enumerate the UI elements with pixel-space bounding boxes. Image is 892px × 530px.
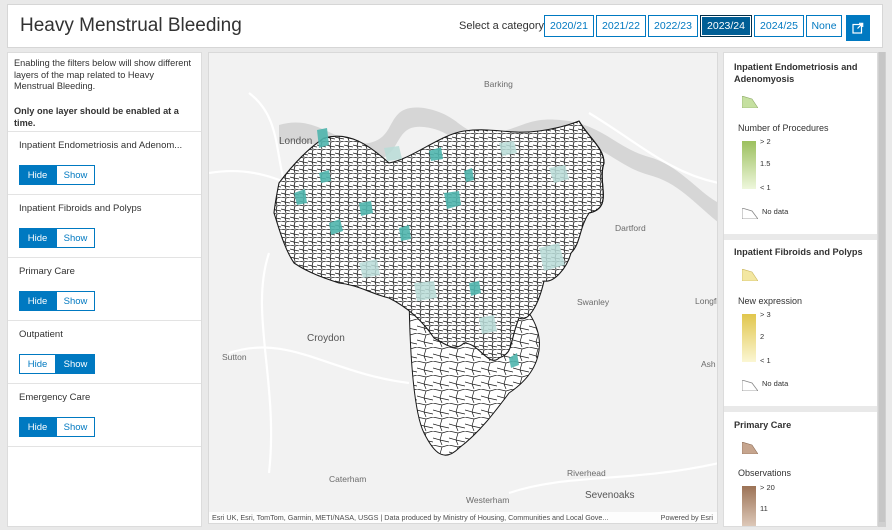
attribution-text[interactable]: Esri UK, Esri, TomTom, Garmin, METI/NASA… — [212, 512, 608, 523]
map-label-caterham: Caterham — [329, 474, 367, 484]
map-label-swanley: Swanley — [577, 297, 610, 307]
legend-gradient-endometriosis — [742, 141, 756, 189]
show-button[interactable]: Show — [56, 354, 95, 374]
legend-title-primary-care: Primary Care — [734, 420, 792, 430]
legend-subtitle-procedures: Number of Procedures — [738, 123, 829, 133]
show-button[interactable]: Show — [56, 291, 95, 311]
legend-tick: > 2 — [760, 137, 771, 146]
filter-title: Emergency Care — [19, 392, 91, 403]
app-header: Heavy Menstrual Bleeding Select a catego… — [7, 4, 883, 48]
map-label-sevenoaks: Sevenoaks — [585, 490, 635, 501]
show-button[interactable]: Show — [56, 165, 95, 185]
legend-nodata-label: No data — [762, 207, 789, 216]
legend-subtitle-observations: Observations — [738, 468, 792, 478]
map-label-sutton: Sutton — [222, 352, 247, 362]
category-none-button[interactable]: None — [806, 15, 842, 37]
filter-title: Outpatient — [19, 329, 63, 340]
legend-tick: < 1 — [760, 183, 771, 192]
category-2024-25-button[interactable]: 2024/25 — [754, 15, 804, 37]
map-label-riverhead: Riverhead — [567, 468, 606, 478]
legend-gradient-fibroids — [742, 314, 756, 362]
category-2023-24-button[interactable]: 2023/24 — [700, 15, 752, 37]
map-label-dartford: Dartford — [615, 223, 646, 233]
map-label-croydon: Croydon — [307, 333, 345, 344]
map-label-ash: Ash — [701, 359, 716, 369]
external-link-icon — [852, 22, 864, 34]
external-link-button[interactable] — [846, 15, 870, 41]
legend-separator — [724, 234, 877, 240]
legend-swatch-fibroids — [741, 268, 759, 282]
show-button[interactable]: Show — [56, 417, 95, 437]
legend-title-fibroids: Inpatient Fibroids and Polyps — [734, 247, 863, 257]
scrollbar-thumb[interactable] — [879, 52, 885, 522]
filters-intro-text: Enabling the filters below will show dif… — [14, 58, 192, 91]
legend-gradient-primary-care — [742, 486, 756, 526]
legend-tick: 2 — [760, 332, 765, 341]
basemap — [209, 92, 717, 495]
hide-button[interactable]: Hide — [19, 354, 56, 374]
map-label-london: London — [279, 136, 313, 147]
hide-button[interactable]: Hide — [19, 417, 56, 437]
hide-button[interactable]: Hide — [19, 165, 56, 185]
filter-primary-care: Primary Care Hide Show — [8, 257, 201, 320]
map-attribution: Esri UK, Esri, TomTom, Garmin, METI/NASA… — [209, 512, 717, 523]
map-label-longfield: Longfie — [695, 296, 717, 306]
filter-title: Inpatient Endometriosis and Adenom... — [19, 140, 183, 151]
legend-panel: Inpatient Endometriosis and Adenomyosis … — [723, 52, 878, 527]
legend-nodata-label: No data — [762, 379, 789, 388]
map-label-westerham: Westerham — [466, 495, 510, 505]
map-label-barking: Barking — [484, 79, 513, 89]
legend-tick: 1.5 — [760, 159, 771, 168]
show-button[interactable]: Show — [56, 228, 95, 248]
hide-button[interactable]: Hide — [19, 228, 56, 248]
filter-outpatient: Outpatient Hide Show — [8, 320, 201, 383]
legend-tick: > 3 — [760, 310, 771, 319]
filter-endometriosis: Inpatient Endometriosis and Adenom... Hi… — [8, 131, 201, 194]
legend-swatch-endometriosis — [741, 95, 759, 109]
legend-tick: 11 — [760, 504, 768, 513]
map-view[interactable]: Barking London Dartford Swanley Longfie … — [208, 52, 718, 524]
category-2022-23-button[interactable]: 2022/23 — [648, 15, 698, 37]
powered-by-esri[interactable]: Powered by Esri — [661, 512, 713, 523]
legend-tick: < 1 — [760, 356, 771, 365]
filters-warning-text: Only one layer should be enabled at a ti… — [14, 106, 179, 128]
filter-emergency-care: Emergency Care Hide Show — [8, 383, 201, 446]
legend-title-endometriosis: Inpatient Endometriosis and Adenomyosis — [734, 62, 858, 84]
category-2021-22-button[interactable]: 2021/22 — [596, 15, 646, 37]
legend-separator — [724, 406, 877, 412]
filter-fibroids-polyps: Inpatient Fibroids and Polyps Hide Show — [8, 194, 201, 257]
category-label: Select a category — [459, 20, 544, 32]
filters-panel: Enabling the filters below will show dif… — [7, 52, 202, 527]
filter-title: Primary Care — [19, 266, 75, 277]
legend-nodata-swatch — [741, 378, 759, 392]
page-title: Heavy Menstrual Bleeding — [20, 15, 242, 36]
filter-title: Inpatient Fibroids and Polyps — [19, 203, 142, 214]
filters-divider — [8, 446, 201, 447]
legend-subtitle-new-expression: New expression — [738, 296, 803, 306]
category-2020-21-button[interactable]: 2020/21 — [544, 15, 594, 37]
legend-tick: > 20 — [760, 483, 775, 492]
legend-scrollbar[interactable] — [878, 52, 886, 527]
hide-button[interactable]: Hide — [19, 291, 56, 311]
legend-swatch-primary-care — [741, 441, 759, 455]
legend-nodata-swatch — [741, 206, 759, 220]
